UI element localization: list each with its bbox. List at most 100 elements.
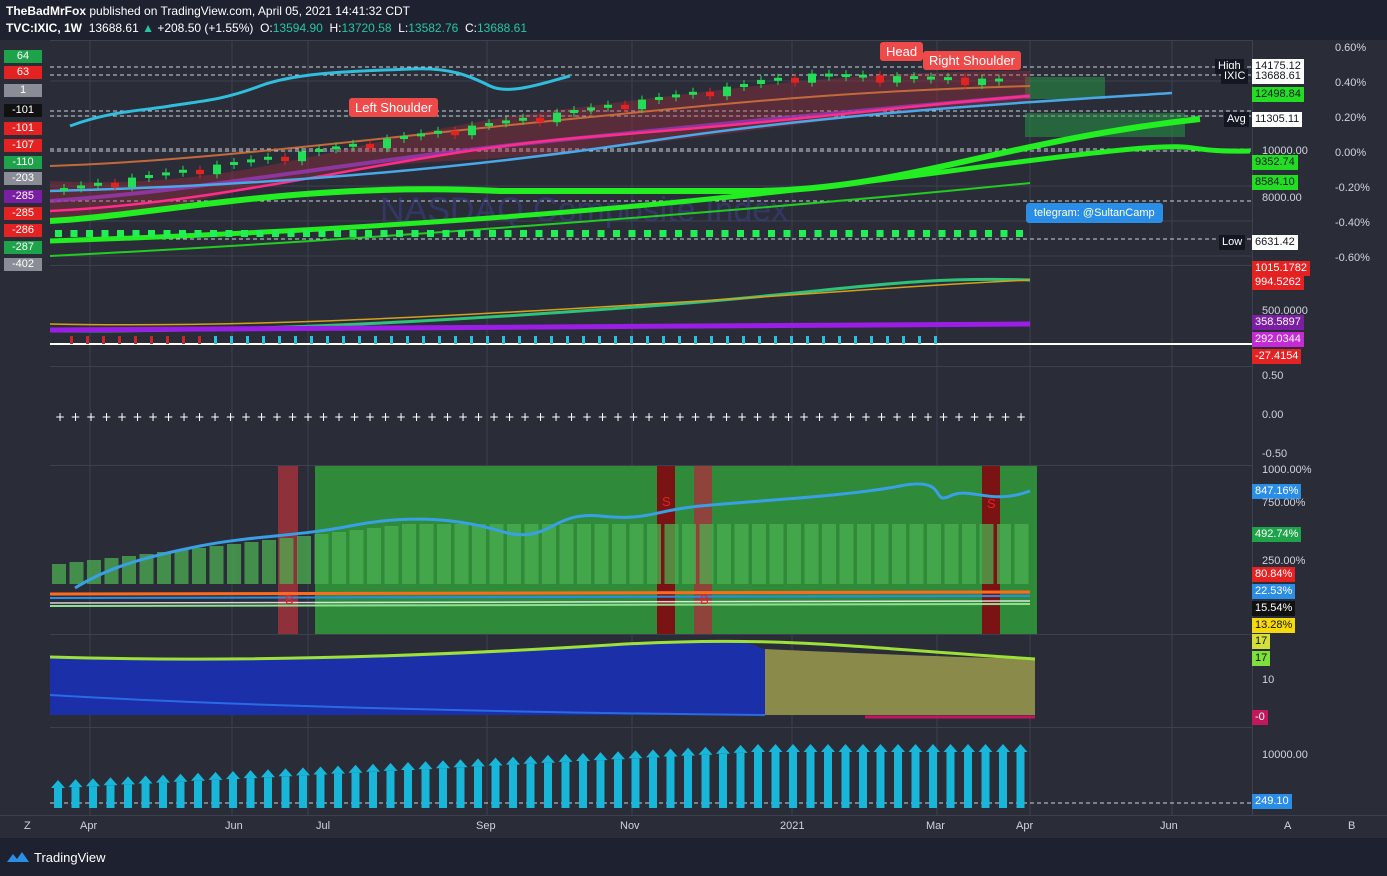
candle-body [859,74,867,78]
volume-arrow [523,755,538,764]
osc-bar [342,336,345,344]
plus-marker: + [148,410,158,424]
zoom-button[interactable]: Z [24,820,31,832]
osc-bar [646,336,649,344]
pane4-badge-3: 80.84% [1252,567,1296,582]
close-label: C: [464,21,477,35]
candle-body [179,169,187,173]
author-name[interactable]: TheBadMrFox [6,4,86,18]
pane4-tick-2: 750.00% [1262,497,1306,509]
osc-bar [550,336,553,344]
left-badge: -402 [4,258,42,271]
last-price: 13688.61 [88,21,139,35]
candle-body [706,91,714,97]
oscillator-pane-1[interactable] [50,265,1252,366]
osc-bar [502,336,505,344]
volume-bar [771,752,780,808]
brand-name[interactable]: TradingView [34,850,106,865]
volume-arrow [873,744,888,752]
square-dot [272,230,279,237]
osc-bar [614,336,617,344]
left-badge: -285 [4,190,42,203]
volume-pane[interactable] [50,727,1252,816]
volume-arrow [908,744,923,752]
osc-bar [678,336,681,344]
candle-body [638,99,646,110]
strength-bar [962,524,976,584]
volume-bar [649,757,657,808]
volume-bar [404,770,412,808]
square-dot [86,230,93,237]
volume-bar [946,752,955,808]
plus-marker: + [1016,410,1026,424]
pct-tick-4: 0.00% [1335,147,1367,159]
volume-bar [701,754,710,808]
square-dot [225,230,233,237]
candle-body [264,156,272,160]
left-badge: 1 [4,84,42,97]
left-badge: -107 [4,139,42,152]
osc-bar [358,336,361,344]
ma-cyan [69,67,571,128]
square-dot [194,230,202,237]
volume-svg [50,728,1252,816]
square-dot [814,230,822,237]
oscillator-pane-2[interactable]: + + + + + + + + + + + + + + + + + + + + + + + + + + + + + + + + + + + + + + + +… [50,366,1252,465]
volume-bar [614,759,622,808]
volume-arrow [838,744,853,752]
pane3-tick-2: 0.00 [1262,409,1284,421]
osc-bar [758,336,761,344]
signal-letter: B [285,592,294,607]
left-badge: -101 [4,104,42,117]
volume-bar [1016,752,1025,808]
volume-bar [246,778,255,808]
strength-bar [559,524,574,584]
log-scale-button[interactable]: B [1348,820,1355,832]
trend-pane[interactable] [50,634,1252,727]
volume-bar [439,768,447,808]
strength-bar [227,544,241,584]
price-chart-svg: NASDAQ Composite Index [50,41,1252,265]
volume-arrow [383,762,398,771]
symbol-title[interactable]: TVC:IXIC, 1W [6,21,82,35]
telegram-callout: telegram: @SultanCamp [1026,203,1163,223]
tradingview-logo-icon[interactable] [6,849,30,865]
pane3-tick-3: -0.50 [1262,448,1288,460]
square-dot [132,230,140,237]
plus-marker: + [350,410,360,424]
volume-bar [929,752,937,808]
square-dot [318,230,326,237]
osc-bar [662,336,665,344]
osc-bar [102,336,105,344]
auto-scale-button[interactable]: A [1284,820,1291,832]
pane2-top-badge: 1015.1782 [1252,261,1310,276]
osc-bar [198,336,201,344]
strength-bar [244,542,259,584]
zone-box [1025,77,1105,99]
osc-bar [854,336,857,344]
square-dot [1000,230,1008,237]
pane4-badge-5: 15.54% [1252,601,1296,616]
volume-bar [561,761,570,808]
square-dot [644,230,651,237]
strength-pane[interactable]: S S B B [50,465,1252,634]
candle-body [94,182,102,186]
price-pane[interactable]: NASDAQ Composite Index [50,40,1252,265]
osc-bar [918,336,921,344]
chart-header: TheBadMrFox published on TradingView.com… [0,0,1387,40]
strength-bar [682,524,696,584]
time-axis[interactable]: Z Apr Jun Jul Sep Nov 2021 Mar Apr Jun A… [0,815,1387,838]
square-dot [551,230,558,237]
plus-marker: + [210,410,220,424]
strength-bar [734,524,749,584]
candle-body [366,143,374,149]
ma-badge-2: 9352.74 [1252,155,1298,170]
plus-marker: + [117,410,127,424]
square-dot [985,230,992,237]
blue-area [50,641,765,715]
plus-marker: + [474,410,484,424]
time-label-jul: Jul [316,820,331,832]
volume-arrow [226,771,240,779]
plus-marker: + [195,410,205,424]
plus-marker: + [427,410,437,424]
